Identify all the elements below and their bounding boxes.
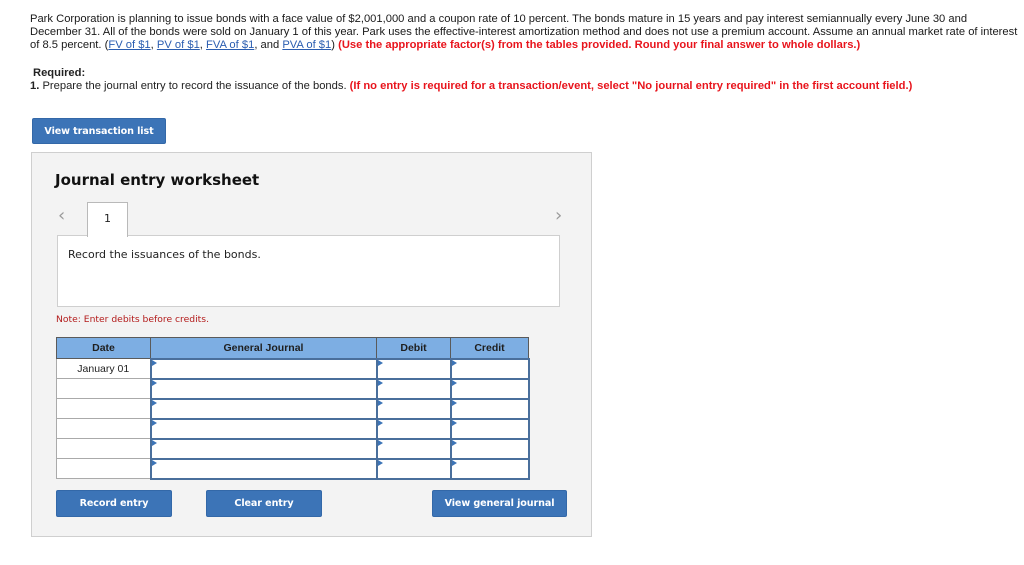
header-debit: Debit [376,337,451,359]
table-row [56,437,530,460]
question-instruction: (Use the appropriate factor(s) from the … [338,39,861,52]
debits-note: Note: Enter debits before credits. [56,314,209,325]
debit-field[interactable] [377,400,450,418]
table-header-row: Date General Journal Debit Credit [56,337,529,359]
account-field-cell[interactable] [149,437,378,460]
worksheet-title: Journal entry worksheet [55,171,260,189]
dropdown-indicator-icon [151,459,157,466]
dropdown-indicator-icon [377,459,383,466]
date-cell [56,418,151,439]
header-credit: Credit [450,337,529,359]
journal-table: Date General Journal Debit Credit Januar… [56,337,530,480]
journal-entry-worksheet: Journal entry worksheet ‹ › 1 Record the… [31,152,592,537]
credit-field-cell[interactable] [449,397,530,420]
table-row [56,397,530,420]
debit-field[interactable] [377,420,450,438]
credit-field[interactable] [451,440,528,458]
table-row [56,417,530,440]
separator: , and [254,39,283,52]
fv-of-1-link[interactable]: FV of $1 [108,39,150,51]
account-field-cell[interactable] [149,357,378,380]
dropdown-indicator-icon [377,359,383,366]
account-field[interactable] [151,460,376,478]
credit-field-cell[interactable] [449,417,530,440]
credit-field[interactable] [451,380,528,398]
dropdown-indicator-icon [377,439,383,446]
dropdown-indicator-icon [451,419,457,426]
dropdown-indicator-icon [151,419,157,426]
credit-field[interactable] [451,360,528,378]
debit-field-cell[interactable] [375,377,452,400]
table-row [56,457,530,480]
dropdown-indicator-icon [151,379,157,386]
entry-description: Record the issuances of the bonds. [68,248,261,261]
account-field[interactable] [151,440,376,458]
pva-of-1-link[interactable]: PVA of $1 [282,39,331,51]
credit-field[interactable] [451,460,528,478]
credit-field[interactable] [451,420,528,438]
account-field[interactable] [151,380,376,398]
debit-field-cell[interactable] [375,417,452,440]
debit-field-cell[interactable] [375,437,452,460]
account-field[interactable] [151,360,376,378]
debit-field[interactable] [377,380,450,398]
fva-of-1-link[interactable]: FVA of $1 [206,39,254,51]
account-field[interactable] [151,400,376,418]
dropdown-indicator-icon [377,399,383,406]
dropdown-indicator-icon [151,399,157,406]
debit-field-cell[interactable] [375,357,452,380]
dropdown-indicator-icon [451,459,457,466]
header-date: Date [56,337,151,359]
account-field-cell[interactable] [149,457,378,480]
dropdown-indicator-icon [151,439,157,446]
chevron-right-icon[interactable]: › [555,205,562,226]
date-cell [56,378,151,399]
dropdown-indicator-icon [451,399,457,406]
account-field-cell[interactable] [149,377,378,400]
dropdown-indicator-icon [377,419,383,426]
account-field[interactable] [151,420,376,438]
tab-entry-1[interactable]: 1 [87,202,128,237]
dropdown-indicator-icon [451,439,457,446]
required-item: 1. Prepare the journal entry to record t… [30,80,1020,92]
debit-field-cell[interactable] [375,457,452,480]
clear-entry-button[interactable]: Clear entry [206,490,322,517]
dropdown-indicator-icon [451,379,457,386]
date-cell [56,458,151,479]
account-field-cell[interactable] [149,417,378,440]
dropdown-indicator-icon [451,359,457,366]
account-field-cell[interactable] [149,397,378,420]
view-general-journal-button[interactable]: View general journal [432,490,567,517]
required-number: 1. [30,80,40,92]
dropdown-indicator-icon [151,359,157,366]
header-general-journal: General Journal [150,337,377,359]
question-text: Park Corporation is planning to issue bo… [30,13,1020,53]
debit-field[interactable] [377,440,450,458]
credit-field-cell[interactable] [449,437,530,460]
credit-field-cell[interactable] [449,457,530,480]
pv-of-1-link[interactable]: PV of $1 [157,39,200,51]
debit-field-cell[interactable] [375,397,452,420]
credit-field[interactable] [451,400,528,418]
table-row: January 01 [56,357,530,380]
debit-field[interactable] [377,360,450,378]
date-cell: January 01 [56,358,151,379]
record-entry-button[interactable]: Record entry [56,490,172,517]
credit-field-cell[interactable] [449,357,530,380]
required-instruction: (If no entry is required for a transacti… [349,80,913,92]
date-cell [56,398,151,419]
view-transaction-list-button[interactable]: View transaction list [32,118,166,144]
entry-description-box: Record the issuances of the bonds. [57,235,560,307]
chevron-left-icon[interactable]: ‹ [58,205,65,226]
dropdown-indicator-icon [377,379,383,386]
credit-field-cell[interactable] [449,377,530,400]
required-text: Prepare the journal entry to record the … [39,80,350,92]
required-title: Required: [33,67,86,79]
debit-field[interactable] [377,460,450,478]
table-row [56,377,530,400]
date-cell [56,438,151,459]
